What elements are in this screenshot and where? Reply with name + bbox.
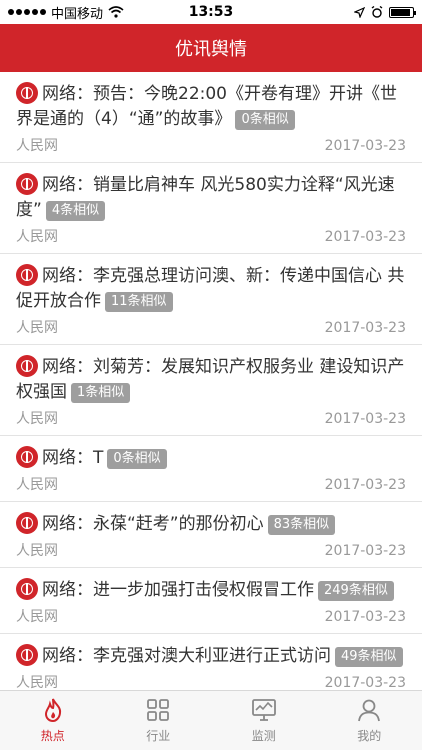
tab-label: 我的: [357, 729, 382, 743]
news-source: 人民网: [16, 411, 58, 427]
tab-label: 热点: [40, 729, 65, 743]
news-title: 网络：李克强对澳大利亚进行正式访问 49条相似: [16, 644, 406, 669]
news-item[interactable]: 网络：T 0条相似 人民网 2017-03-23: [0, 436, 422, 502]
news-meta: 人民网 2017-03-23: [16, 314, 406, 344]
tab-label: 行业: [146, 729, 171, 743]
globe-icon: [16, 173, 38, 195]
news-date: 2017-03-23: [324, 675, 406, 690]
news-meta: 人民网 2017-03-23: [16, 603, 406, 633]
news-title: 网络：李克强总理访问澳、新：传递中国信心 共促开放合作 11条相似: [16, 264, 405, 312]
news-date: 2017-03-23: [324, 543, 406, 559]
tab-profile[interactable]: 我的: [317, 691, 422, 750]
news-date: 2017-03-23: [324, 411, 406, 427]
signal-icon: [8, 9, 46, 15]
battery-icon: [389, 6, 416, 18]
news-meta: 人民网 2017-03-23: [16, 223, 406, 253]
news-source: 人民网: [16, 138, 58, 154]
news-date: 2017-03-23: [324, 229, 406, 245]
similar-badge: 249条相似: [318, 581, 394, 601]
globe-icon: [16, 264, 38, 286]
similar-badge: 0条相似: [107, 449, 167, 469]
news-item[interactable]: 网络：永葆“赶考”的那份初心 83条相似 人民网 2017-03-23: [0, 502, 422, 568]
news-item[interactable]: 网络：进一步加强打击侵权假冒工作 249条相似 人民网 2017-03-23: [0, 568, 422, 634]
news-title: 网络：T 0条相似: [16, 446, 406, 471]
carrier-label: 中国移动: [51, 6, 104, 22]
tab-monitor[interactable]: 监测: [211, 691, 317, 750]
globe-icon: [16, 446, 38, 468]
globe-icon: [16, 82, 38, 104]
similar-badge: 83条相似: [267, 515, 336, 535]
news-meta: 人民网 2017-03-23: [16, 669, 406, 690]
news-source: 人民网: [16, 675, 58, 690]
news-item[interactable]: 网络：李克强总理访问澳、新：传递中国信心 共促开放合作 11条相似 人民网 2017…: [0, 254, 422, 345]
alarm-icon: [371, 6, 383, 18]
monitor-icon: [251, 699, 276, 721]
news-list[interactable]: 网络：预告：今晚22:00《开卷有理》开讲《世界是通的（4）“通”的故事》 0条相…: [0, 72, 422, 690]
news-item[interactable]: 网络：刘菊芳：发展知识产权服务业 建设知识产权强国 1条相似 人民网 2017-03…: [0, 345, 422, 436]
news-title: 网络：销量比肩神车 风光580实力诠释“风光速度” 4条相似: [16, 173, 395, 221]
tab-hot[interactable]: 热点: [0, 691, 106, 750]
news-date: 2017-03-23: [324, 138, 406, 154]
similar-badge: 0条相似: [235, 110, 295, 130]
news-title: 网络：刘菊芳：发展知识产权服务业 建设知识产权强国 1条相似: [16, 355, 405, 403]
similar-badge: 1条相似: [71, 383, 131, 403]
news-meta: 人民网 2017-03-23: [16, 132, 406, 162]
tab-label: 监测: [251, 729, 276, 743]
news-item[interactable]: 网络：李克强对澳大利亚进行正式访问 49条相似 人民网 2017-03-23: [0, 634, 422, 690]
globe-icon: [16, 578, 38, 600]
news-source: 人民网: [16, 477, 58, 493]
location-arrow-icon: [354, 6, 365, 18]
news-source: 人民网: [16, 609, 58, 625]
news-title: 网络：进一步加强打击侵权假冒工作 249条相似: [16, 578, 406, 603]
news-source: 人民网: [16, 543, 58, 559]
similar-badge: 4条相似: [45, 201, 106, 221]
nav-bar: 优讯舆情: [0, 24, 422, 72]
news-meta: 人民网 2017-03-23: [16, 537, 406, 567]
globe-icon: [16, 512, 38, 534]
page-title: 优讯舆情: [175, 39, 247, 60]
news-date: 2017-03-23: [324, 609, 406, 625]
person-icon: [358, 699, 381, 722]
news-item[interactable]: 网络：预告：今晚22:00《开卷有理》开讲《世界是通的（4）“通”的故事》 0条相…: [0, 72, 422, 163]
globe-icon: [16, 355, 38, 377]
tab-bar: 热点 行业 监测 我的: [0, 690, 422, 750]
similar-badge: 49条相似: [335, 647, 403, 667]
news-title: 网络：预告：今晚22:00《开卷有理》开讲《世界是通的（4）“通”的故事》 0条相…: [16, 82, 397, 130]
flame-icon: [44, 698, 61, 723]
status-bar: 中国移动 13:53: [0, 0, 422, 24]
wifi-icon: [108, 6, 124, 18]
news-source: 人民网: [16, 229, 58, 245]
news-title: 网络：永葆“赶考”的那份初心 83条相似: [16, 512, 406, 537]
status-right: [354, 6, 416, 18]
news-date: 2017-03-23: [324, 477, 406, 493]
similar-badge: 11条相似: [105, 292, 173, 312]
status-left: 中国移动: [8, 3, 354, 22]
news-meta: 人民网 2017-03-23: [16, 471, 406, 501]
news-item[interactable]: 网络：销量比肩神车 风光580实力诠释“风光速度” 4条相似 人民网 2017-03…: [0, 163, 422, 254]
news-date: 2017-03-23: [324, 320, 406, 336]
globe-icon: [16, 644, 38, 666]
tab-industry[interactable]: 行业: [106, 691, 212, 750]
news-source: 人民网: [16, 320, 58, 336]
news-meta: 人民网 2017-03-23: [16, 405, 406, 435]
grid-icon: [147, 699, 170, 721]
